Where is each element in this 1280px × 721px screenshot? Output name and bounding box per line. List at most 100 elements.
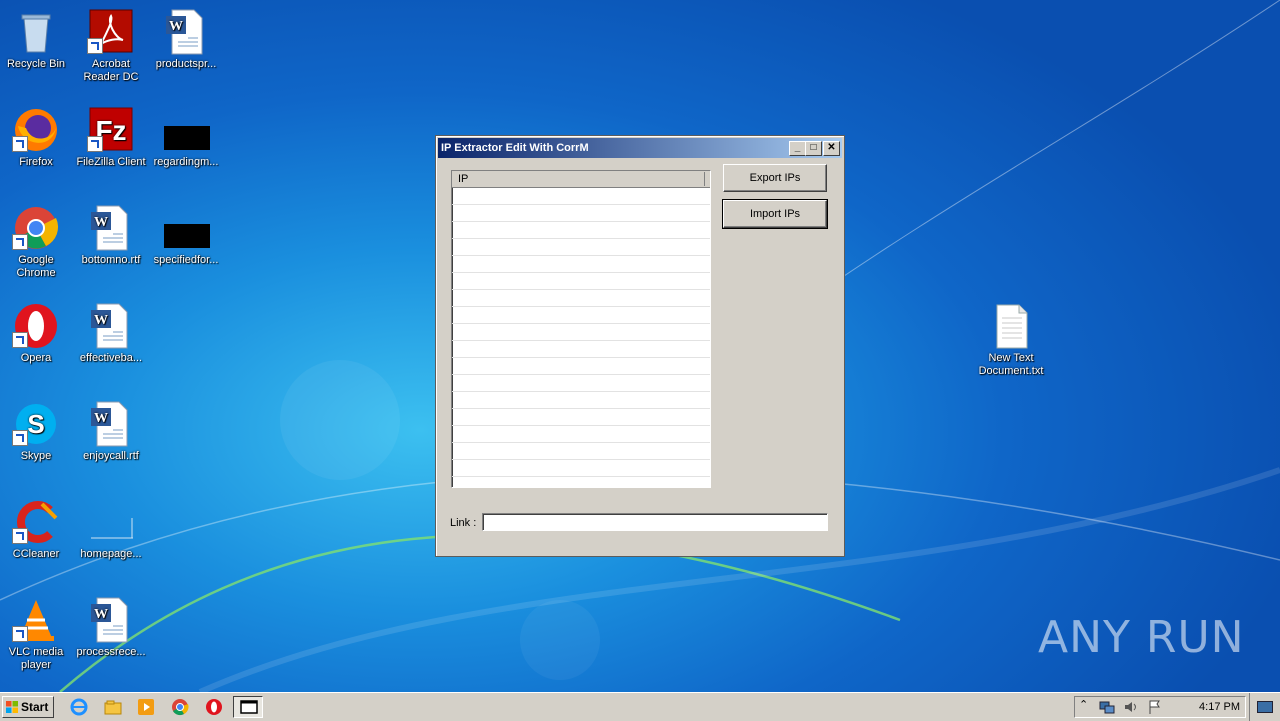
list-row xyxy=(452,273,710,290)
internet-explorer-icon[interactable] xyxy=(70,698,88,716)
opera-taskbar-icon[interactable] xyxy=(205,698,223,716)
show-desktop-icon xyxy=(1257,701,1273,713)
shortcut-arrow-icon xyxy=(12,136,28,152)
shortcut-arrow-icon xyxy=(12,234,28,250)
shortcut-arrow-icon xyxy=(87,38,103,54)
svg-text:W: W xyxy=(94,607,108,622)
svg-text:W: W xyxy=(94,411,108,426)
blank-file-icon xyxy=(87,498,135,546)
word-document-icon: W xyxy=(87,596,135,644)
svg-text:W: W xyxy=(94,313,108,328)
ip-list[interactable]: IP xyxy=(451,170,711,488)
window-app-icon xyxy=(240,700,258,714)
shortcut-arrow-icon xyxy=(87,136,103,152)
shortcut-arrow-icon xyxy=(12,626,28,642)
desktop-icon-label: enjoycall.rtf xyxy=(83,450,139,462)
recycle-bin-icon xyxy=(12,8,60,56)
close-icon: ✕ xyxy=(827,142,836,153)
desktop-icon-firefox[interactable]: Firefox xyxy=(0,106,74,169)
desktop-icon-label: Google Chrome xyxy=(16,254,56,279)
list-row xyxy=(452,188,710,205)
action-center-flag-icon[interactable] xyxy=(1147,699,1163,715)
list-row xyxy=(452,256,710,273)
desktop-icon-effectiveba[interactable]: W effectiveba... xyxy=(73,302,149,365)
list-row xyxy=(452,205,710,222)
list-row xyxy=(452,392,710,409)
export-ips-button[interactable]: Export IPs xyxy=(723,164,827,192)
volume-icon[interactable] xyxy=(1123,699,1139,715)
list-row xyxy=(452,358,710,375)
word-document-icon: W xyxy=(87,400,135,448)
desktop-icon-filezilla[interactable]: Fz FileZilla Client xyxy=(73,106,149,169)
media-player-icon[interactable] xyxy=(137,698,155,716)
shortcut-arrow-icon xyxy=(12,528,28,544)
desktop-icon-processrece[interactable]: W processrece... xyxy=(73,596,149,659)
list-row xyxy=(452,375,710,392)
show-desktop-button[interactable] xyxy=(1249,693,1280,721)
file-explorer-icon[interactable] xyxy=(104,698,122,716)
desktop-icon-regardingm[interactable]: regardingm... xyxy=(148,106,224,169)
desktop-icon-specifiedfor[interactable]: specifiedfor... xyxy=(148,204,224,267)
column-divider[interactable] xyxy=(704,172,705,186)
window-titlebar[interactable]: IP Extractor Edit With CorrM _ □ ✕ xyxy=(438,138,842,158)
shortcut-arrow-icon xyxy=(12,332,28,348)
close-button[interactable]: ✕ xyxy=(823,141,840,156)
desktop-icon-opera[interactable]: Opera xyxy=(0,302,74,365)
chrome-icon xyxy=(12,204,60,252)
list-row xyxy=(452,307,710,324)
svg-text:W: W xyxy=(94,215,108,230)
list-row xyxy=(452,426,710,443)
minimize-icon: _ xyxy=(794,142,801,153)
vlc-icon xyxy=(12,596,60,644)
desktop-icon-label: regardingm... xyxy=(153,156,219,168)
list-row xyxy=(452,477,710,487)
taskbar-clock[interactable]: 4:17 PM xyxy=(1199,697,1240,717)
acrobat-icon xyxy=(87,8,135,56)
desktop-icon-label: specifiedfor... xyxy=(153,254,219,266)
maximize-icon: □ xyxy=(810,142,817,153)
start-label: Start xyxy=(21,700,49,714)
desktop-icon-vlc[interactable]: VLC media player xyxy=(0,596,74,672)
network-icon[interactable] xyxy=(1099,699,1115,715)
desktop-icon-label: homepage... xyxy=(80,548,142,560)
opera-icon xyxy=(12,302,60,350)
list-row xyxy=(452,460,710,477)
start-button[interactable]: Start xyxy=(2,696,54,718)
desktop-icon-skype[interactable]: S Skype xyxy=(0,400,74,463)
desktop-icon-productspr[interactable]: W productspr... xyxy=(148,8,224,71)
svg-text:S: S xyxy=(27,409,44,439)
word-document-icon: W xyxy=(87,204,135,252)
link-field[interactable] xyxy=(482,513,828,531)
link-label: Link : xyxy=(450,517,477,529)
desktop-icon-acrobat[interactable]: Acrobat Reader DC xyxy=(73,8,149,84)
desktop-icon-label: VLC media player xyxy=(8,646,64,671)
desktop-icon-label: Skype xyxy=(20,450,52,462)
anyrun-watermark: ANY RUN xyxy=(1038,612,1245,663)
shortcut-arrow-icon xyxy=(12,430,28,446)
desktop-icon-label: CCleaner xyxy=(12,548,60,560)
import-ips-button[interactable]: Import IPs xyxy=(722,199,828,229)
desktop-icon-label: processrece... xyxy=(76,646,146,658)
desktop-icon-enjoycall[interactable]: W enjoycall.rtf xyxy=(73,400,149,463)
list-row xyxy=(452,409,710,426)
desktop-icon-recycle-bin[interactable]: Recycle Bin xyxy=(0,8,74,71)
minimize-button[interactable]: _ xyxy=(789,141,806,156)
desktop-icon-bottomno[interactable]: W bottomno.rtf xyxy=(73,204,149,267)
desktop-icon-label: bottomno.rtf xyxy=(81,254,141,266)
desktop-icon-homepage[interactable]: homepage... xyxy=(73,498,149,561)
desktop-icon-new-text-document[interactable]: New Text Document.txt xyxy=(973,302,1049,378)
svg-text:W: W xyxy=(169,19,183,34)
maximize-button[interactable]: □ xyxy=(805,141,822,156)
desktop-icon-label: Opera xyxy=(20,352,52,364)
chrome-taskbar-icon[interactable] xyxy=(171,698,189,716)
ccleaner-icon xyxy=(12,498,60,546)
list-row xyxy=(452,222,710,239)
desktop-icon-label: FileZilla Client xyxy=(76,156,146,168)
desktop-icon-chrome[interactable]: Google Chrome xyxy=(0,204,74,280)
show-hidden-icons-icon[interactable]: ⌃ xyxy=(1079,698,1088,711)
ip-column-header[interactable]: IP xyxy=(452,171,710,188)
desktop-icon-ccleaner[interactable]: CCleaner xyxy=(0,498,74,561)
desktop-icon-label: Recycle Bin xyxy=(6,58,66,70)
taskbar-window-button[interactable] xyxy=(233,696,263,718)
ip-extractor-window: IP Extractor Edit With CorrM _ □ ✕ IP Ex… xyxy=(435,135,845,557)
